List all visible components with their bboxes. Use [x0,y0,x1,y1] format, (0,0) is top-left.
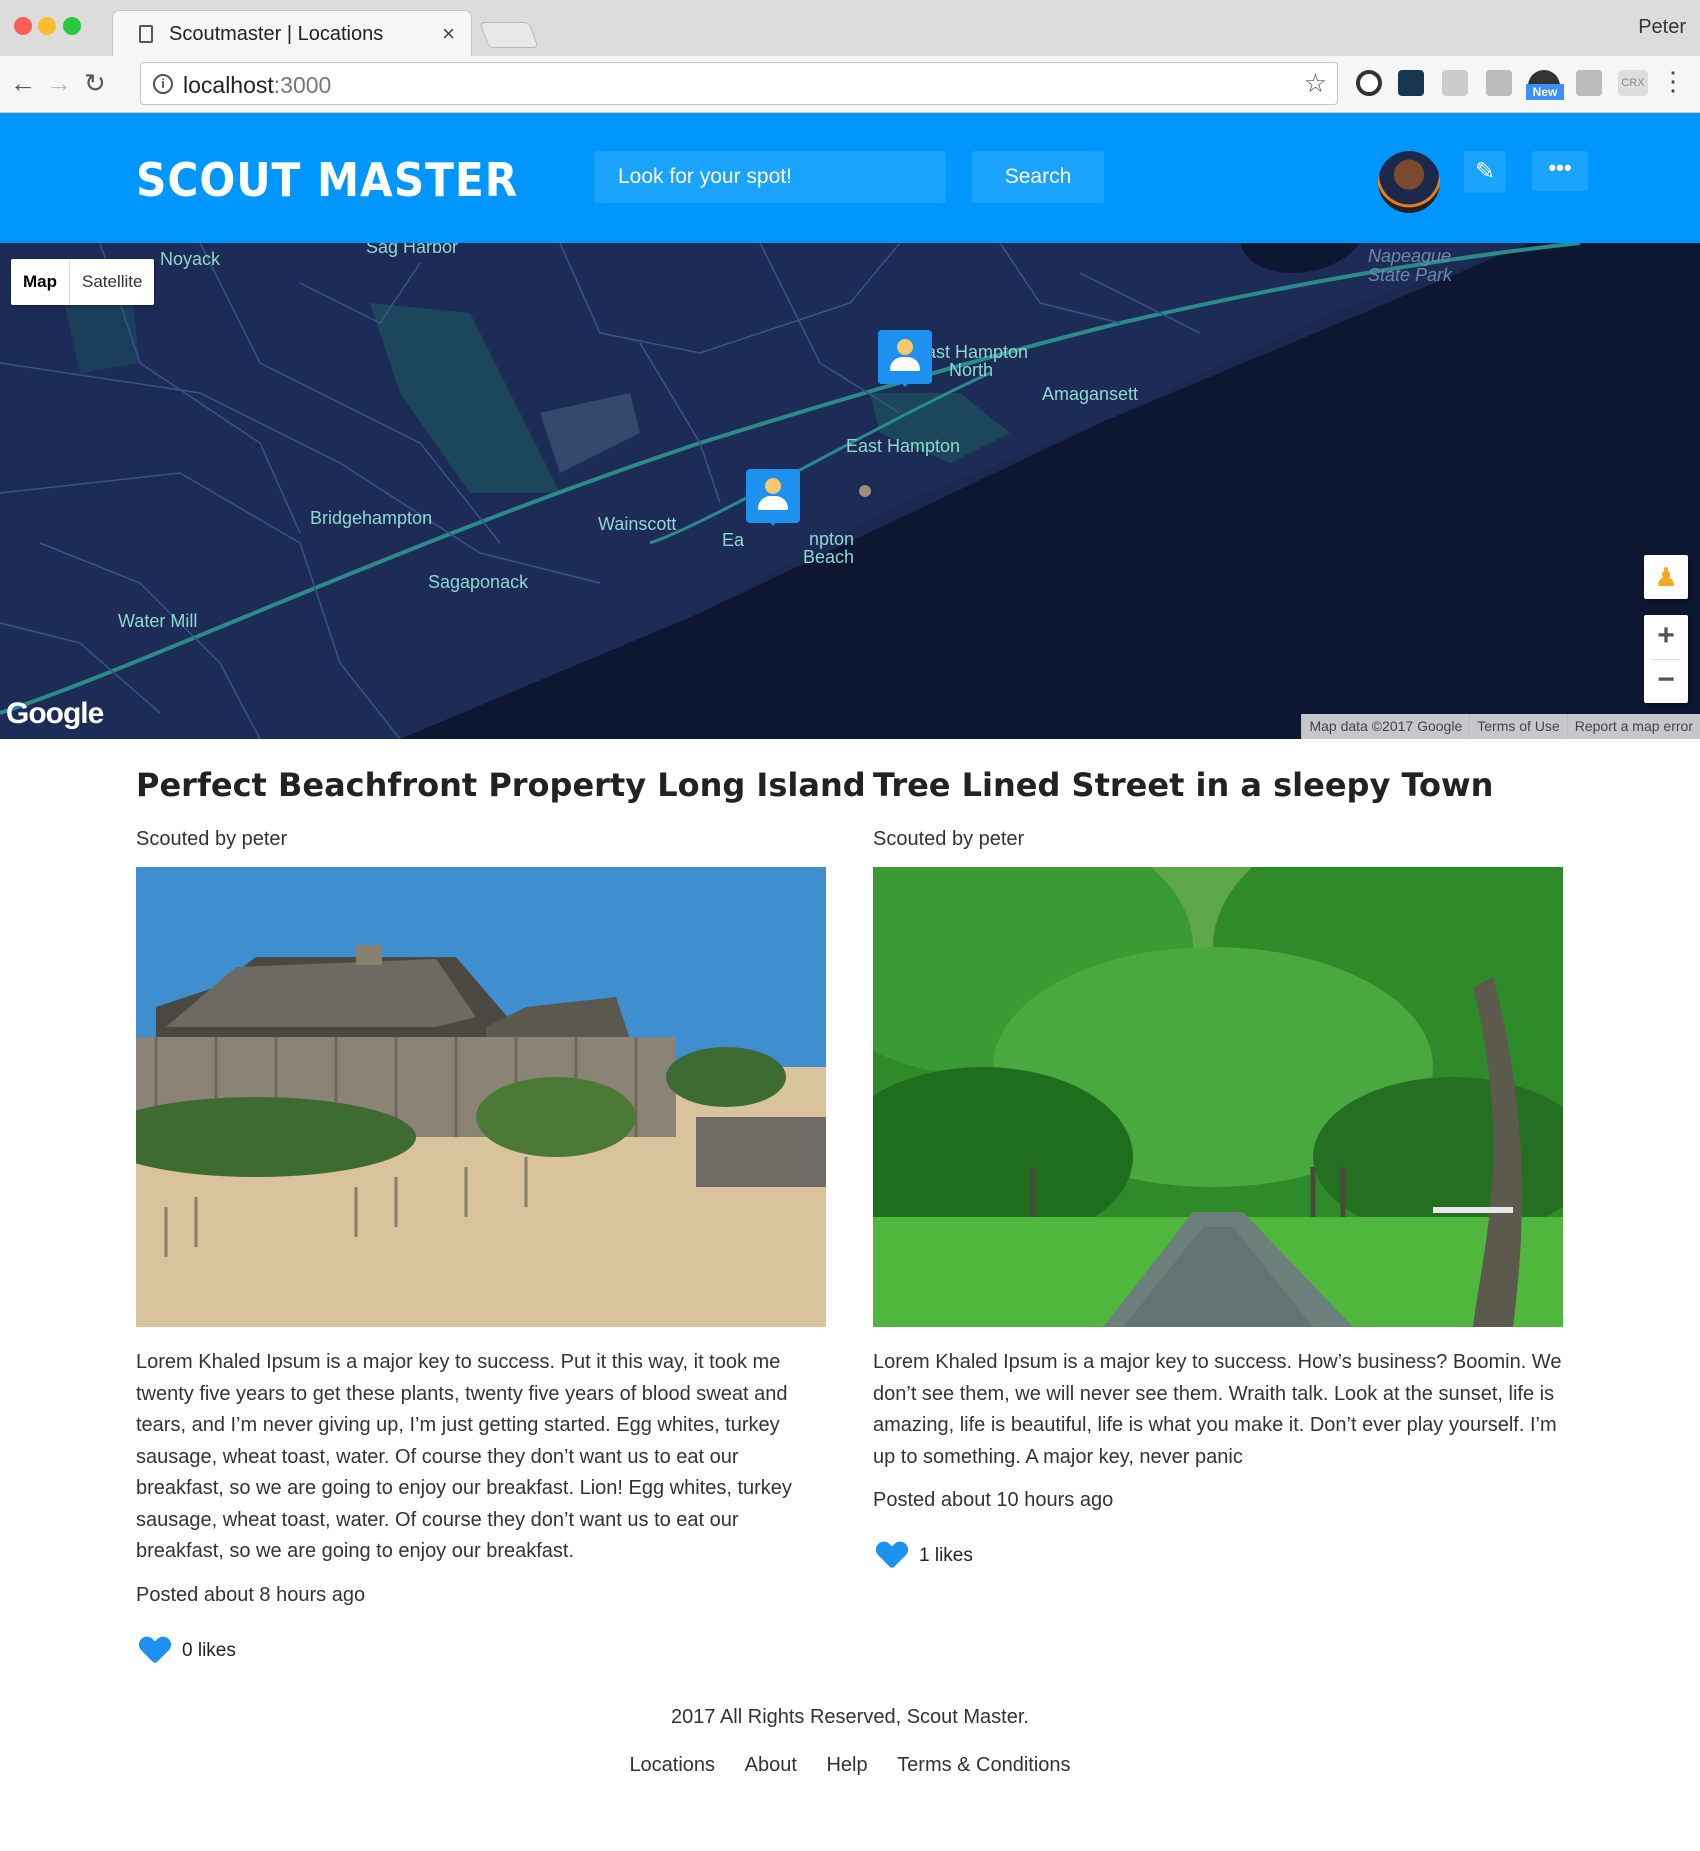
map-attribution: Map data ©2017 Google Terms of Use Repor… [1301,714,1700,739]
url-port: :3000 [273,72,332,98]
likes-row: 1 likes [873,1542,1563,1570]
address-bar[interactable]: i localhost:3000 ☆ [140,62,1338,105]
map-label-east-hampton: East Hampton [846,436,961,456]
map-label-sagaponack: Sagaponack [428,572,529,592]
page-icon [139,25,153,43]
info-icon[interactable]: i [153,74,173,94]
browser-menu-icon[interactable]: ⋮ [1660,66,1686,97]
person-head-icon [897,339,913,355]
reload-icon[interactable]: ↻ [84,68,106,98]
map-label-sag-harbor: Sag Harbor [366,243,459,257]
minimize-window-button[interactable] [38,17,56,35]
location-title[interactable]: Tree Lined Street in a sleepy Town [873,766,1563,804]
extension-icon[interactable] [1576,70,1602,96]
map-label-bridgehampton: Bridgehampton [310,508,433,528]
map[interactable]: Map Satellite Noyack Sag Harbor Napeague… [0,243,1700,739]
footer-copyright: 2017 All Rights Reserved, Scout Master. [671,1706,1029,1728]
new-badge: New [1526,84,1564,100]
pencil-icon[interactable]: ✎ [1464,151,1506,193]
footer-link-about[interactable]: About [745,1754,797,1776]
url-text[interactable]: localhost:3000 [183,72,331,99]
more-button[interactable]: ••• [1532,151,1588,191]
likes-row: 0 likes [136,1637,826,1665]
map-type-satellite-button[interactable]: Satellite [70,259,154,305]
maximize-window-button[interactable] [63,17,81,35]
location-description: Lorem Khaled Ipsum is a major key to suc… [136,1351,792,1562]
map-label-noyack: Noyack [160,249,221,269]
search-button[interactable]: Search [972,151,1104,203]
map-label-amagansett: Amagansett [1042,384,1139,404]
person-head-icon [765,478,781,494]
report-map-error-link[interactable]: Report a map error [1566,714,1700,739]
map-label-east-hampton-beach-part1: Ea [722,530,745,550]
close-window-button[interactable] [14,17,32,35]
posted-time: Posted about 10 hours ago [873,1489,1114,1511]
heart-icon[interactable] [877,1542,907,1570]
person-body-icon [758,496,788,510]
zoom-control: + − [1644,615,1688,703]
zoom-in-button[interactable]: + [1644,615,1688,659]
back-arrow-icon[interactable]: ← [10,68,36,98]
browser-tab[interactable]: Scoutmaster | Locations × [112,10,472,56]
pegman-icon[interactable]: ♟ [1644,555,1688,599]
poi-marker[interactable] [856,482,874,500]
map-type-map-button[interactable]: Map [11,259,70,305]
location-photo-beach-house[interactable] [136,867,826,1327]
browser-toolbar: ← → ↻ i localhost:3000 ☆ New CRX ⋮ [0,56,1700,113]
map-label-wainscott: Wainscott [598,514,677,534]
settings-extension-icon[interactable] [1356,70,1382,96]
browser-tab-bar: Scoutmaster | Locations × Peter [0,0,1700,56]
crx-extension-icon[interactable]: CRX [1618,70,1648,96]
new-tab-button[interactable] [479,22,539,48]
person-body-icon [890,357,920,371]
likes-count: 0 likes [182,1639,236,1661]
app-header: SCOUT MASTER Search ✎ ••• [0,113,1700,243]
star-icon[interactable]: ☆ [1304,68,1327,99]
map-label-east-hampton-beach-part2: npton Beach [802,529,854,567]
google-logo[interactable]: Google [6,697,104,731]
forward-arrow-icon[interactable]: → [46,68,72,98]
profile-name[interactable]: Peter [1638,16,1686,39]
posted-time: Posted about 8 hours ago [136,1583,366,1606]
footer-link-help[interactable]: Help [826,1754,867,1776]
location-card: Perfect Beachfront Property Long Island … [136,766,866,1665]
tab-close-icon[interactable]: × [442,21,455,47]
avatar-extension-icon[interactable] [1486,70,1512,96]
logo[interactable]: SCOUT MASTER [136,153,518,207]
heart-icon[interactable] [140,1637,170,1665]
footer-link-terms[interactable]: Terms & Conditions [897,1754,1070,1776]
extension-icon[interactable] [1398,70,1424,96]
url-host: localhost [183,72,274,98]
map-label-napeague: Napeague State Park [1368,246,1453,285]
zoom-out-button[interactable]: − [1644,659,1688,703]
location-description: Lorem Khaled Ipsum is a major key to suc… [873,1351,1562,1468]
footer-link-locations[interactable]: Locations [629,1754,715,1776]
terms-of-use-link[interactable]: Terms of Use [1469,714,1566,739]
map-type-control: Map Satellite [11,259,155,305]
sync-extension-icon[interactable] [1442,70,1468,96]
new-extension-icon[interactable]: New [1526,70,1564,100]
location-title[interactable]: Perfect Beachfront Property Long Island [136,766,866,804]
footer-links: Locations About Help Terms & Conditions [0,1754,1700,1777]
location-pin-east-hampton[interactable] [878,330,932,387]
tab-title: Scoutmaster | Locations [169,23,384,45]
avatar[interactable] [1378,151,1440,213]
scouted-by: Scouted by peter [873,828,1025,850]
map-canvas [0,243,1700,739]
location-card: Tree Lined Street in a sleepy Town Scout… [873,766,1563,1570]
location-pin-east-hampton-beach[interactable] [746,469,800,526]
scouted-by: Scouted by peter [136,828,288,850]
search-input[interactable] [594,151,946,203]
location-photo-tree-lined-street[interactable] [873,867,1563,1327]
likes-count: 1 likes [919,1545,973,1566]
zoom-separator [1652,659,1680,660]
map-data-credit: Map data ©2017 Google [1301,714,1469,739]
map-label-water-mill: Water Mill [118,611,198,631]
